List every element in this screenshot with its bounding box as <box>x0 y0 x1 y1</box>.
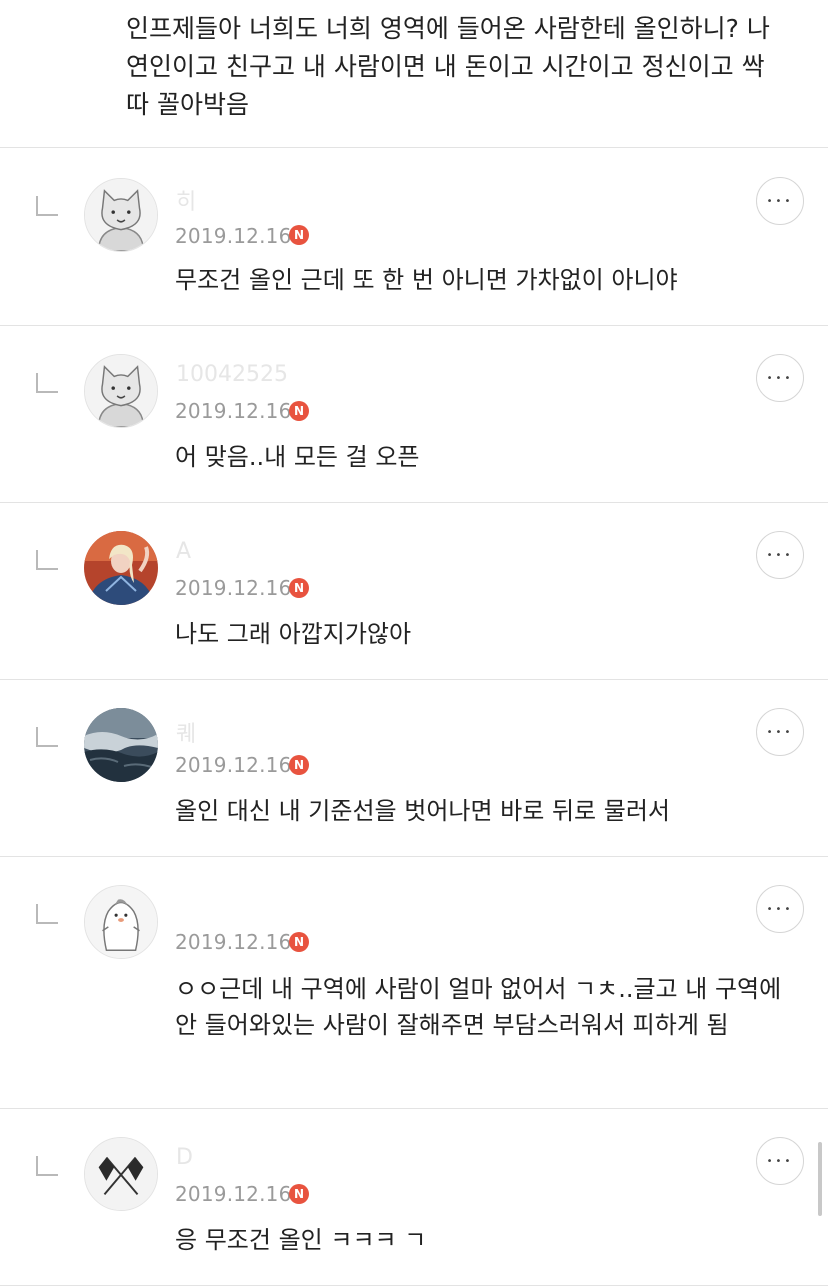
more-options-button[interactable]: ••• <box>756 708 804 756</box>
new-badge-icon: N <box>289 225 309 245</box>
comment-date: 2019.12.16 <box>175 576 292 600</box>
comment-item: 10042525 2019.12.16 N ••• 어 맞음..내 모든 걸 오… <box>0 326 828 503</box>
princess-photo-icon[interactable] <box>84 531 158 605</box>
reply-indicator-icon <box>36 196 58 216</box>
comment-nickname[interactable]: 히 <box>176 184 196 216</box>
comment-nickname[interactable]: 퀘 <box>176 716 196 748</box>
comment-item: 2019.12.16 N ••• ㅇㅇ근데 내 구역에 사람이 얼마 없어서 ㄱ… <box>0 857 828 1109</box>
more-dots-icon: ••• <box>766 373 794 384</box>
comment-nickname[interactable]: D <box>176 1145 193 1170</box>
crossed-flags-icon[interactable] <box>84 1137 158 1211</box>
comment-item: A 2019.12.16 N ••• 나도 그래 아깝지가않아 <box>0 503 828 680</box>
new-badge-icon: N <box>289 578 309 598</box>
new-badge-icon: N <box>289 755 309 775</box>
comment-date: 2019.12.16 <box>175 753 292 777</box>
reply-indicator-icon <box>36 1156 58 1176</box>
comment-date: 2019.12.16 <box>175 224 292 248</box>
comment-item: 퀘 2019.12.16 N ••• 올인 대신 내 기준선을 벗어나면 바로 … <box>0 680 828 857</box>
more-options-button[interactable]: ••• <box>756 1137 804 1185</box>
more-options-button[interactable]: ••• <box>756 177 804 225</box>
comment-nickname[interactable]: 10042525 <box>176 362 288 387</box>
post-text: 인프제들아 너희도 너희 영역에 들어온 사람한테 올인하니? 나 연인이고 친… <box>126 14 770 119</box>
cat-avatar-icon[interactable] <box>84 178 158 252</box>
reply-indicator-icon <box>36 727 58 747</box>
reply-indicator-icon <box>36 550 58 570</box>
new-badge-icon: N <box>289 1184 309 1204</box>
comment-nickname[interactable]: A <box>176 539 191 564</box>
comment-item: 히 2019.12.16 N ••• 무조건 올인 근데 또 한 번 아니면 가… <box>0 148 828 326</box>
post: 인프제들아 너희도 너희 영역에 들어온 사람한테 올인하니? 나 연인이고 친… <box>0 0 828 148</box>
comment-text: 어 맞음..내 모든 걸 오픈 <box>175 443 420 471</box>
comment-date: 2019.12.16 <box>175 399 292 423</box>
comment-date: 2019.12.16 <box>175 930 292 954</box>
comment-text: 나도 그래 아깝지가않아 <box>175 620 412 648</box>
more-options-button[interactable]: ••• <box>756 885 804 933</box>
more-dots-icon: ••• <box>766 196 794 207</box>
new-badge-icon: N <box>289 932 309 952</box>
comment-text: 무조건 올인 근데 또 한 번 아니면 가차없이 아니야 <box>175 266 678 294</box>
more-dots-icon: ••• <box>766 550 794 561</box>
comment-date: 2019.12.16 <box>175 1182 292 1206</box>
ocean-photo-icon[interactable] <box>84 708 158 782</box>
more-dots-icon: ••• <box>766 1156 794 1167</box>
more-options-button[interactable]: ••• <box>756 354 804 402</box>
comment-text: 올인 대신 내 기준선을 벗어나면 바로 뒤로 물러서 <box>175 797 671 825</box>
scrollbar[interactable] <box>818 1142 822 1216</box>
comment-text: 응 무조건 올인 ㅋㅋㅋ ㄱ <box>175 1226 427 1254</box>
reply-indicator-icon <box>36 904 58 924</box>
reply-indicator-icon <box>36 373 58 393</box>
more-dots-icon: ••• <box>766 727 794 738</box>
comment-item: D 2019.12.16 N ••• 응 무조건 올인 ㅋㅋㅋ ㄱ <box>0 1109 828 1286</box>
new-badge-icon: N <box>289 401 309 421</box>
more-options-button[interactable]: ••• <box>756 531 804 579</box>
penguin-avatar-icon[interactable] <box>84 885 158 959</box>
cat-avatar-icon[interactable] <box>84 354 158 428</box>
comment-text: ㅇㅇ근데 내 구역에 사람이 얼마 없어서 ㄱㅊ..글고 내 구역에 안 들어와… <box>175 975 782 1039</box>
more-dots-icon: ••• <box>766 904 794 915</box>
